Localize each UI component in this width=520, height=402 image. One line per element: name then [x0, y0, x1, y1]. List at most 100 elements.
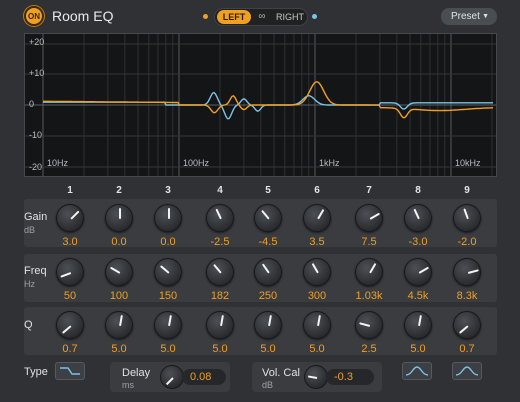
- q-value-6[interactable]: 5.0: [292, 343, 342, 355]
- delay-unit: ms: [122, 380, 134, 390]
- low-shelf-icon: [60, 367, 80, 375]
- freq-value-9[interactable]: 8.3k: [442, 290, 492, 302]
- x-label-10hz: 10Hz: [47, 158, 69, 168]
- freq-knob-4[interactable]: [206, 258, 234, 286]
- y-label-plus10: +10: [29, 68, 45, 78]
- gain-value-9[interactable]: -2.0: [442, 236, 492, 248]
- gain-knob-6[interactable]: [303, 204, 331, 232]
- freq-knob-3[interactable]: [154, 258, 182, 286]
- y-label-minus20: -20: [29, 162, 43, 172]
- eq-graph[interactable]: +20 +10 0 -10 -20 10Hz 100Hz 1kHz 10kHz: [24, 33, 497, 177]
- q-value-3[interactable]: 5.0: [143, 343, 193, 355]
- q-value-5[interactable]: 5.0: [243, 343, 293, 355]
- freq-knob-7[interactable]: [355, 258, 383, 286]
- delay-value[interactable]: 0.08: [182, 369, 226, 385]
- q-knob-6[interactable]: [303, 311, 331, 339]
- volcal-value[interactable]: -0.3: [326, 369, 374, 385]
- preset-dropdown[interactable]: Preset ▼: [441, 8, 497, 25]
- freq-knob-1[interactable]: [56, 258, 84, 286]
- left-channel-button[interactable]: LEFT: [217, 10, 251, 24]
- freq-knob-6[interactable]: [303, 258, 331, 286]
- q-knob-7[interactable]: [355, 311, 383, 339]
- bell-icon: [405, 366, 429, 376]
- gain-value-4[interactable]: -2.5: [195, 236, 245, 248]
- freq-knob-8[interactable]: [404, 258, 432, 286]
- delay-control: Delay ms 0.08: [110, 362, 230, 392]
- freq-value-1[interactable]: 50: [45, 290, 95, 302]
- freq-value-8[interactable]: 4.5k: [393, 290, 443, 302]
- q-knob-1[interactable]: [56, 311, 84, 339]
- gain-label: Gain: [24, 211, 48, 223]
- q-knob-9[interactable]: [453, 311, 481, 339]
- freq-knob-9[interactable]: [453, 258, 481, 286]
- q-label: Q: [24, 319, 33, 331]
- freq-knob-5[interactable]: [254, 258, 282, 286]
- q-value-1[interactable]: 0.7: [45, 343, 95, 355]
- freq-value-4[interactable]: 182: [195, 290, 245, 302]
- band-number: 3: [165, 185, 171, 196]
- x-label-100hz: 100Hz: [183, 158, 210, 168]
- eq-graph-svg: [25, 34, 496, 176]
- q-value-7[interactable]: 2.5: [344, 343, 394, 355]
- freq-value-5[interactable]: 250: [243, 290, 293, 302]
- right-channel-indicator: [312, 14, 317, 19]
- freq-value-3[interactable]: 150: [143, 290, 193, 302]
- q-value-4[interactable]: 5.0: [195, 343, 245, 355]
- channel-selector: LEFT ∞ RIGHT: [214, 8, 308, 26]
- freq-value-7[interactable]: 1.03k: [344, 290, 394, 302]
- band-number: 6: [314, 185, 320, 196]
- freq-knob-2[interactable]: [105, 258, 133, 286]
- volume-calibration-control: Vol. Cal dB -0.3: [252, 362, 382, 392]
- q-knob-4[interactable]: [206, 311, 234, 339]
- gain-unit: dB: [24, 225, 36, 235]
- gain-value-2[interactable]: 0.0: [94, 236, 144, 248]
- q-knob-3[interactable]: [154, 311, 182, 339]
- band9-type-button[interactable]: [452, 362, 482, 380]
- band8-type-button[interactable]: [402, 362, 432, 380]
- delay-knob[interactable]: [160, 365, 184, 389]
- volcal-knob[interactable]: [304, 365, 328, 389]
- gain-value-3[interactable]: 0.0: [143, 236, 193, 248]
- gain-knob-8[interactable]: [404, 204, 432, 232]
- q-knob-5[interactable]: [254, 311, 282, 339]
- gain-value-8[interactable]: -3.0: [393, 236, 443, 248]
- gain-knob-1[interactable]: [56, 204, 84, 232]
- q-value-2[interactable]: 5.0: [94, 343, 144, 355]
- gain-value-6[interactable]: 3.5: [292, 236, 342, 248]
- left-channel-indicator: [203, 14, 208, 19]
- y-label-minus10: -10: [29, 130, 43, 140]
- link-icon[interactable]: ∞: [255, 10, 269, 24]
- band-number: 2: [116, 185, 122, 196]
- q-value-8[interactable]: 5.0: [393, 343, 443, 355]
- freq-value-2[interactable]: 100: [94, 290, 144, 302]
- header: ON Room EQ LEFT ∞ RIGHT Preset ▼: [0, 0, 520, 32]
- volcal-unit: dB: [262, 380, 274, 390]
- band-number: 5: [265, 185, 271, 196]
- gain-knob-9[interactable]: [453, 204, 481, 232]
- preset-label: Preset: [451, 11, 480, 22]
- right-channel-button[interactable]: RIGHT: [273, 10, 307, 24]
- band-number: 9: [464, 185, 470, 196]
- band1-type-button[interactable]: [55, 362, 85, 380]
- band-number: 4: [217, 185, 223, 196]
- plugin-title: Room EQ: [52, 8, 114, 24]
- q-knob-8[interactable]: [404, 311, 432, 339]
- gain-value-7[interactable]: 7.5: [344, 236, 394, 248]
- type-label: Type: [24, 366, 48, 378]
- gain-value-5[interactable]: -4.5: [243, 236, 293, 248]
- q-value-9[interactable]: 0.7: [442, 343, 492, 355]
- gain-knob-2[interactable]: [105, 204, 133, 232]
- freq-value-6[interactable]: 300: [292, 290, 342, 302]
- q-knob-2[interactable]: [105, 311, 133, 339]
- gain-knob-4[interactable]: [206, 204, 234, 232]
- power-button[interactable]: ON: [24, 6, 44, 26]
- x-label-10khz: 10kHz: [455, 158, 481, 168]
- gain-value-1[interactable]: 3.0: [45, 236, 95, 248]
- room-eq-plugin: ON Room EQ LEFT ∞ RIGHT Preset ▼ +20 +10…: [0, 0, 520, 402]
- gain-knob-7[interactable]: [355, 204, 383, 232]
- x-label-1khz: 1kHz: [319, 158, 340, 168]
- delay-label: Delay: [122, 367, 151, 379]
- gain-knob-3[interactable]: [154, 204, 182, 232]
- volcal-label: Vol. Cal: [262, 367, 300, 379]
- gain-knob-5[interactable]: [254, 204, 282, 232]
